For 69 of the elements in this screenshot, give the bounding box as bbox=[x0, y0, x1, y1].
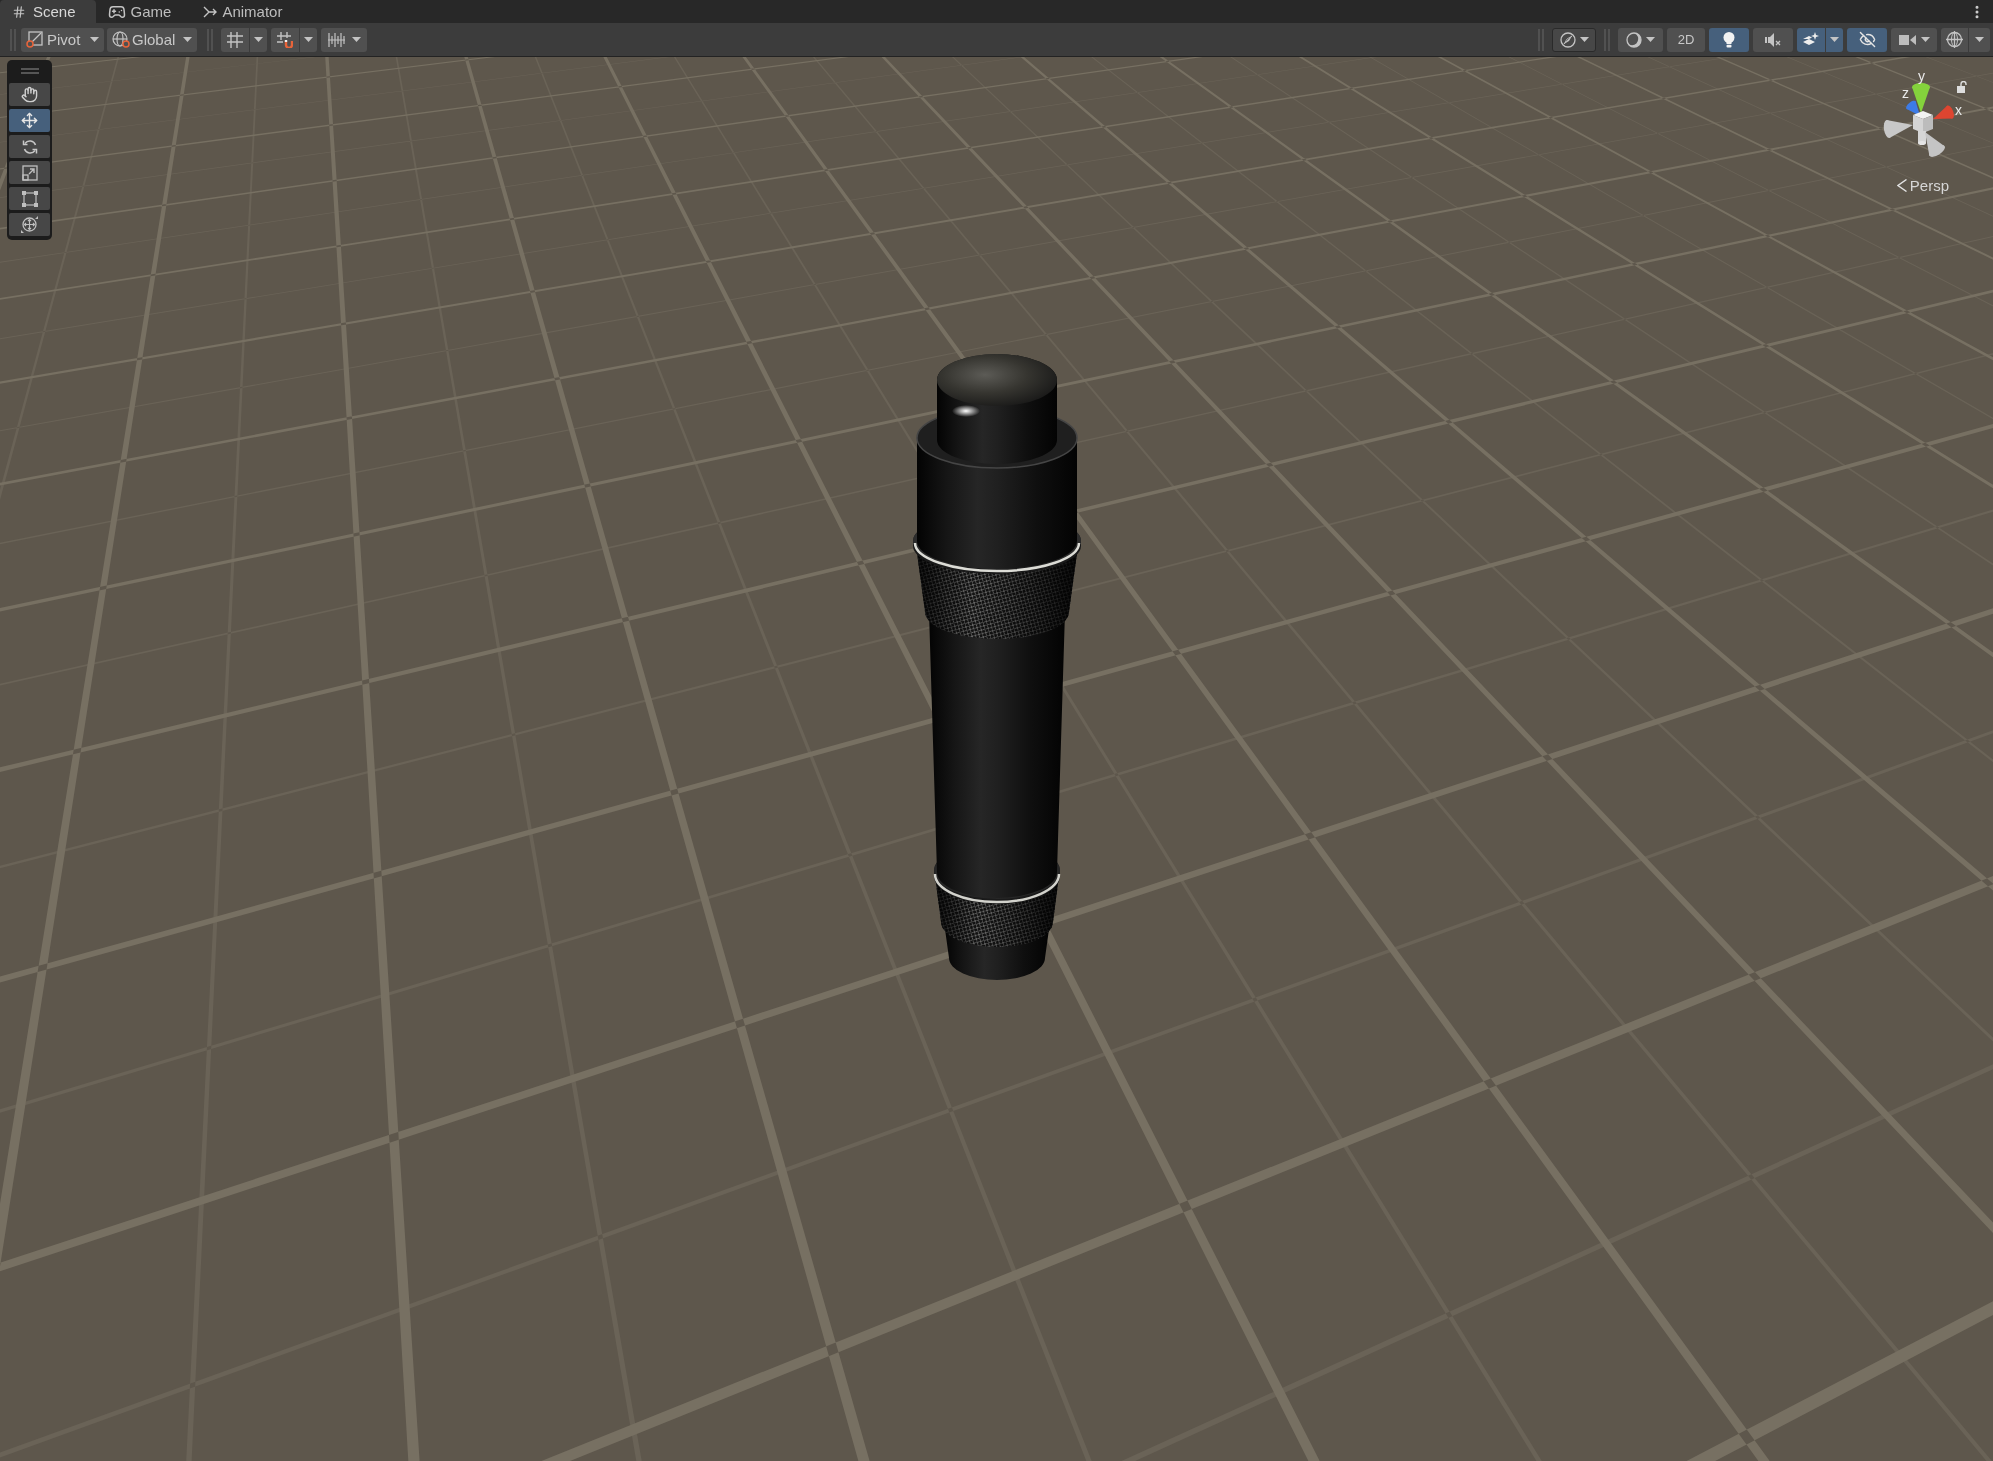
caret-icon bbox=[351, 37, 361, 42]
transform-tool-button[interactable] bbox=[9, 213, 50, 236]
camera-dropdown[interactable] bbox=[1891, 27, 1937, 52]
caret-icon bbox=[254, 37, 263, 42]
shading-mode-dropdown[interactable] bbox=[1618, 27, 1663, 52]
axis-label: z bbox=[1902, 85, 1909, 101]
caret-icon bbox=[304, 37, 313, 42]
compass-icon bbox=[1559, 31, 1576, 48]
increment-snap-dropdown[interactable] bbox=[300, 27, 317, 52]
gizmo-draw-mode-dropdown[interactable] bbox=[1552, 27, 1596, 52]
rotate-arrows-icon bbox=[21, 138, 38, 155]
magnet-grid-icon bbox=[277, 31, 293, 48]
projection-toggle[interactable]: Persp bbox=[1896, 177, 1949, 194]
shaded-sphere-icon bbox=[1626, 31, 1642, 48]
globe-icon bbox=[112, 31, 130, 48]
hidden-objects-toggle[interactable] bbox=[1847, 27, 1887, 52]
chevron-left-icon bbox=[1896, 179, 1907, 192]
grid-snap-button[interactable] bbox=[221, 27, 249, 52]
caret-icon bbox=[1579, 37, 1589, 42]
fork-arrow-icon bbox=[203, 5, 218, 18]
muted-speaker-icon bbox=[1765, 32, 1781, 47]
lighting-toggle[interactable] bbox=[1709, 27, 1749, 52]
caret-icon bbox=[1920, 37, 1930, 42]
scale-icon bbox=[21, 164, 38, 181]
caret-icon bbox=[183, 37, 192, 42]
grip-icon bbox=[20, 68, 39, 74]
effects-dropdown[interactable] bbox=[1826, 27, 1843, 52]
axis-label: x bbox=[1955, 102, 1962, 118]
align-snap-dropdown[interactable] bbox=[321, 27, 367, 52]
ruler-icon bbox=[327, 32, 346, 47]
caret-icon bbox=[1975, 37, 1984, 42]
effects-toggle[interactable] bbox=[1797, 27, 1825, 52]
lightbulb-icon bbox=[1723, 31, 1735, 48]
global-dropdown[interactable]: Global bbox=[107, 27, 197, 52]
rect-tool-button[interactable] bbox=[9, 187, 50, 210]
hand-icon bbox=[21, 86, 38, 103]
pivot-icon bbox=[26, 31, 43, 48]
gizmo-sphere-icon bbox=[1946, 31, 1963, 48]
rect-transform-icon bbox=[21, 190, 38, 207]
layers-sparkle-icon bbox=[1803, 31, 1819, 48]
video-camera-icon bbox=[1898, 34, 1916, 45]
eye-off-icon bbox=[1858, 31, 1876, 48]
axis-label: y bbox=[1918, 68, 1925, 84]
tab[interactable]: Scene bbox=[0, 0, 96, 23]
caret-icon bbox=[1646, 37, 1655, 42]
rotate-tool-button[interactable] bbox=[9, 135, 50, 158]
grid-icon bbox=[12, 4, 26, 19]
grid-snap-dropdown[interactable] bbox=[250, 27, 267, 52]
increment-snap-button[interactable] bbox=[271, 27, 299, 52]
audio-toggle[interactable] bbox=[1753, 27, 1793, 52]
gizmos-dropdown[interactable] bbox=[1969, 27, 1990, 52]
hand-tool-button[interactable] bbox=[9, 83, 50, 106]
gizmo-cube-icon[interactable] bbox=[1913, 111, 1933, 133]
negative-axis-cone-icon[interactable] bbox=[1883, 120, 1913, 138]
gizmos-toggle[interactable] bbox=[1941, 27, 1968, 52]
move-tool-button[interactable] bbox=[9, 109, 50, 132]
lock-icon[interactable] bbox=[1957, 81, 1967, 93]
axis-cone-icon[interactable] bbox=[1912, 82, 1930, 113]
caret-icon bbox=[1830, 37, 1839, 42]
move-arrows-icon bbox=[21, 112, 38, 129]
negative-axis-cone-icon[interactable] bbox=[1925, 132, 1945, 157]
view-2d-toggle[interactable]: 2D bbox=[1667, 27, 1705, 52]
pivot-dropdown[interactable]: Pivot bbox=[21, 27, 104, 52]
caret-icon bbox=[90, 37, 99, 42]
tab[interactable]: Animator bbox=[191, 0, 303, 23]
grid-snap-icon bbox=[227, 31, 243, 48]
scale-tool-button[interactable] bbox=[9, 161, 50, 184]
tab[interactable]: Game bbox=[95, 0, 192, 23]
transform-arrows-icon bbox=[21, 216, 38, 233]
